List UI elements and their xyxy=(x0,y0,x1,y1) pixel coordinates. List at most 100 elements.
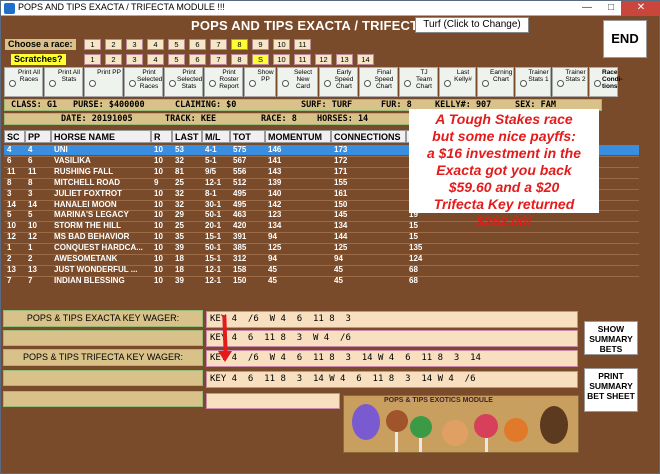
radio-icon[interactable] xyxy=(129,80,136,87)
table-row[interactable]: 12 12 MS BAD BEHAVIOR 10 35 15-1 391 94 144 15 xyxy=(4,232,639,242)
report-option[interactable]: TJ Team Chart xyxy=(399,67,438,97)
report-option[interactable]: Final Speed Chart xyxy=(359,67,398,97)
scratch-button[interactable]: 12 xyxy=(315,54,332,65)
exacta-wager-line-1[interactable]: KEY 4 /6 W 4 6 11 8 3 xyxy=(206,311,578,328)
table-cell: 32 xyxy=(175,188,184,198)
table-cell: 12 xyxy=(28,232,37,242)
race-button[interactable]: 11 xyxy=(294,39,311,50)
column-header[interactable]: TOT xyxy=(230,130,265,143)
table-cell: 1 xyxy=(7,243,12,253)
end-button[interactable]: END xyxy=(603,20,647,58)
scratch-button[interactable]: 1 xyxy=(84,54,101,65)
radio-icon[interactable] xyxy=(520,80,527,87)
scratch-button[interactable]: 13 xyxy=(336,54,353,65)
trifecta-wager-line-2[interactable]: KEY 4 6 11 8 3 14 W 4 6 11 8 3 14 W 4 /6 xyxy=(206,371,578,388)
radio-icon[interactable] xyxy=(444,80,451,87)
table-cell: 391 xyxy=(233,232,247,242)
table-cell: 4-1 xyxy=(205,145,217,154)
report-option[interactable]: Print PP xyxy=(84,67,123,97)
table-row[interactable]: 13 13 JUST WONDERFUL ... 10 18 12-1 158 45 45 68 xyxy=(4,264,639,275)
scratch-button[interactable]: 10 xyxy=(273,54,290,65)
race-button[interactable]: 4 xyxy=(147,39,164,50)
race-button[interactable]: 7 xyxy=(210,39,227,50)
table-row[interactable]: 1 1 CONQUEST HARDCA... 10 39 50-1 385 125 125 135 xyxy=(4,243,639,253)
scratch-button[interactable]: 7 xyxy=(210,54,227,65)
table-cell: 30-1 xyxy=(205,199,222,209)
race-button[interactable]: 10 xyxy=(273,39,290,50)
table-row[interactable]: 2 2 AWESOMETANK 10 18 15-1 312 94 94 124 xyxy=(4,254,639,264)
radio-icon[interactable] xyxy=(364,80,371,87)
scratch-button[interactable]: 6 xyxy=(189,54,206,65)
column-header[interactable]: MOMENTUM xyxy=(265,130,331,143)
report-option[interactable]: Show PP xyxy=(244,67,276,97)
scratch-button[interactable]: 4 xyxy=(147,54,164,65)
race-button[interactable]: 9 xyxy=(252,39,269,50)
scratch-button[interactable]: 2 xyxy=(105,54,122,65)
race-button[interactable]: 1 xyxy=(84,39,101,50)
close-button[interactable]: ✕ xyxy=(621,1,660,16)
radio-icon[interactable] xyxy=(9,80,16,87)
surface-toggle-button[interactable]: Turf (Click to Change) xyxy=(415,17,529,33)
race-button[interactable]: 5 xyxy=(168,39,185,50)
trifecta-wager-line-1[interactable]: KEY 4 /6 W 4 6 11 8 3 14 W 4 6 11 8 3 14 xyxy=(206,350,578,367)
radio-icon[interactable] xyxy=(324,80,331,87)
race-button[interactable]: 8 xyxy=(231,39,248,50)
show-summary-bets-button[interactable]: SHOW SUMMARY BETS xyxy=(584,321,638,355)
table-cell: 139 xyxy=(268,177,282,187)
maximize-button[interactable]: □ xyxy=(599,1,623,16)
radio-icon[interactable] xyxy=(282,80,289,87)
radio-icon[interactable] xyxy=(404,80,411,87)
scratch-button[interactable]: S xyxy=(252,54,269,65)
report-option[interactable]: Print All Stats xyxy=(44,67,83,97)
scratch-button[interactable]: 14 xyxy=(357,54,374,65)
race-button[interactable]: 2 xyxy=(105,39,122,50)
report-option[interactable]: Print Selected Stats xyxy=(164,67,203,97)
minimize-button[interactable]: — xyxy=(575,1,599,16)
logo-text: POPS & TIPS EXOTICS MODULE xyxy=(384,397,493,404)
table-cell: 10 xyxy=(28,221,37,231)
report-option[interactable]: Early Speed Chart xyxy=(319,67,358,97)
report-option[interactable]: Trainer Stats 2 xyxy=(552,67,588,97)
wager-blank-panel xyxy=(3,330,203,346)
radio-icon[interactable] xyxy=(249,80,256,87)
radio-icon[interactable] xyxy=(169,80,176,87)
scratch-button[interactable]: 3 xyxy=(126,54,143,65)
radio-icon[interactable] xyxy=(89,80,96,87)
radio-icon[interactable] xyxy=(49,80,56,87)
column-header[interactable]: M/L xyxy=(202,130,230,143)
scratch-button[interactable]: 11 xyxy=(294,54,311,65)
radio-icon[interactable] xyxy=(557,80,564,87)
column-header[interactable]: PP xyxy=(25,130,51,143)
exacta-wager-line-2[interactable]: KEY 4 6 11 8 3 W 4 /6 xyxy=(206,330,578,347)
table-cell: 12-1 xyxy=(205,264,222,274)
report-option[interactable]: Select New Card xyxy=(277,67,318,97)
report-option[interactable]: Race Condi-tions xyxy=(589,67,623,97)
column-header[interactable]: R xyxy=(151,130,172,143)
race-button[interactable]: 3 xyxy=(126,39,143,50)
table-row[interactable]: 7 7 INDIAN BLESSING 10 39 12-1 150 45 45 68 xyxy=(4,275,639,286)
table-cell: 5 xyxy=(7,210,12,220)
radio-icon[interactable] xyxy=(594,80,601,87)
choose-race-label: Choose a race: xyxy=(5,39,76,50)
race-button[interactable]: 6 xyxy=(189,39,206,50)
radio-icon[interactable] xyxy=(482,80,489,87)
callout-line: $59.60 and a $20 xyxy=(448,179,560,195)
column-header[interactable]: SC xyxy=(4,130,25,143)
report-option[interactable]: Print Selected Races xyxy=(124,67,163,97)
report-option[interactable]: Print All Races xyxy=(4,67,43,97)
print-summary-bet-sheet-button[interactable]: PRINT SUMMARY BET SHEET xyxy=(584,368,638,412)
column-header[interactable]: LAST xyxy=(172,130,202,143)
table-cell: 142 xyxy=(268,199,282,209)
red-arrow-head xyxy=(218,351,232,362)
report-option[interactable]: Last Kelly# xyxy=(439,67,476,97)
wager-extra-field[interactable] xyxy=(206,393,340,409)
radio-icon[interactable] xyxy=(209,80,216,87)
column-header[interactable]: CONNECTIONS xyxy=(331,130,406,143)
report-option[interactable]: Earning Chart xyxy=(477,67,514,97)
scratch-button[interactable]: 5 xyxy=(168,54,185,65)
report-option[interactable]: Trainer Stats 1 xyxy=(515,67,551,97)
table-cell: 10 xyxy=(154,232,163,242)
column-header[interactable]: HORSE NAME xyxy=(51,130,151,143)
scratch-button[interactable]: 8 xyxy=(231,54,248,65)
report-option[interactable]: Print Roster Report xyxy=(204,67,243,97)
